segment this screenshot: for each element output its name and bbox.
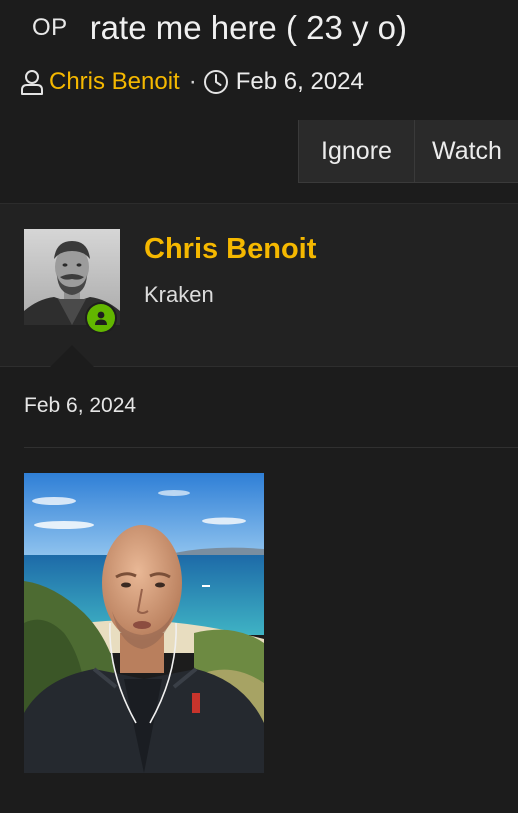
thread-date[interactable]: Feb 6, 2024 (236, 68, 364, 96)
post-date[interactable]: Feb 6, 2024 (24, 394, 136, 418)
post-username[interactable]: Chris Benoit (144, 233, 316, 266)
thread-actions: Ignore Watch (298, 120, 518, 183)
thread-header: OP rate me here ( 23 y o) (32, 6, 407, 50)
meta-separator: · (188, 68, 197, 95)
post-attachment-image[interactable] (24, 473, 264, 773)
online-status-icon (85, 302, 117, 334)
user-icon (20, 69, 44, 95)
divider (24, 447, 518, 448)
clock-icon (203, 69, 229, 95)
op-badge: OP (32, 14, 68, 41)
thread-meta: Chris Benoit · Feb 6, 2024 (20, 66, 364, 98)
thread-author-link[interactable]: Chris Benoit (49, 68, 180, 96)
thread-page: OP rate me here ( 23 y o) Chris Benoit ·… (0, 0, 518, 813)
watch-button[interactable]: Watch (415, 120, 518, 182)
thread-title: rate me here ( 23 y o) (89, 9, 407, 46)
message-arrow (50, 345, 94, 367)
ignore-button[interactable]: Ignore (299, 120, 415, 182)
user-title: Kraken (144, 282, 214, 307)
